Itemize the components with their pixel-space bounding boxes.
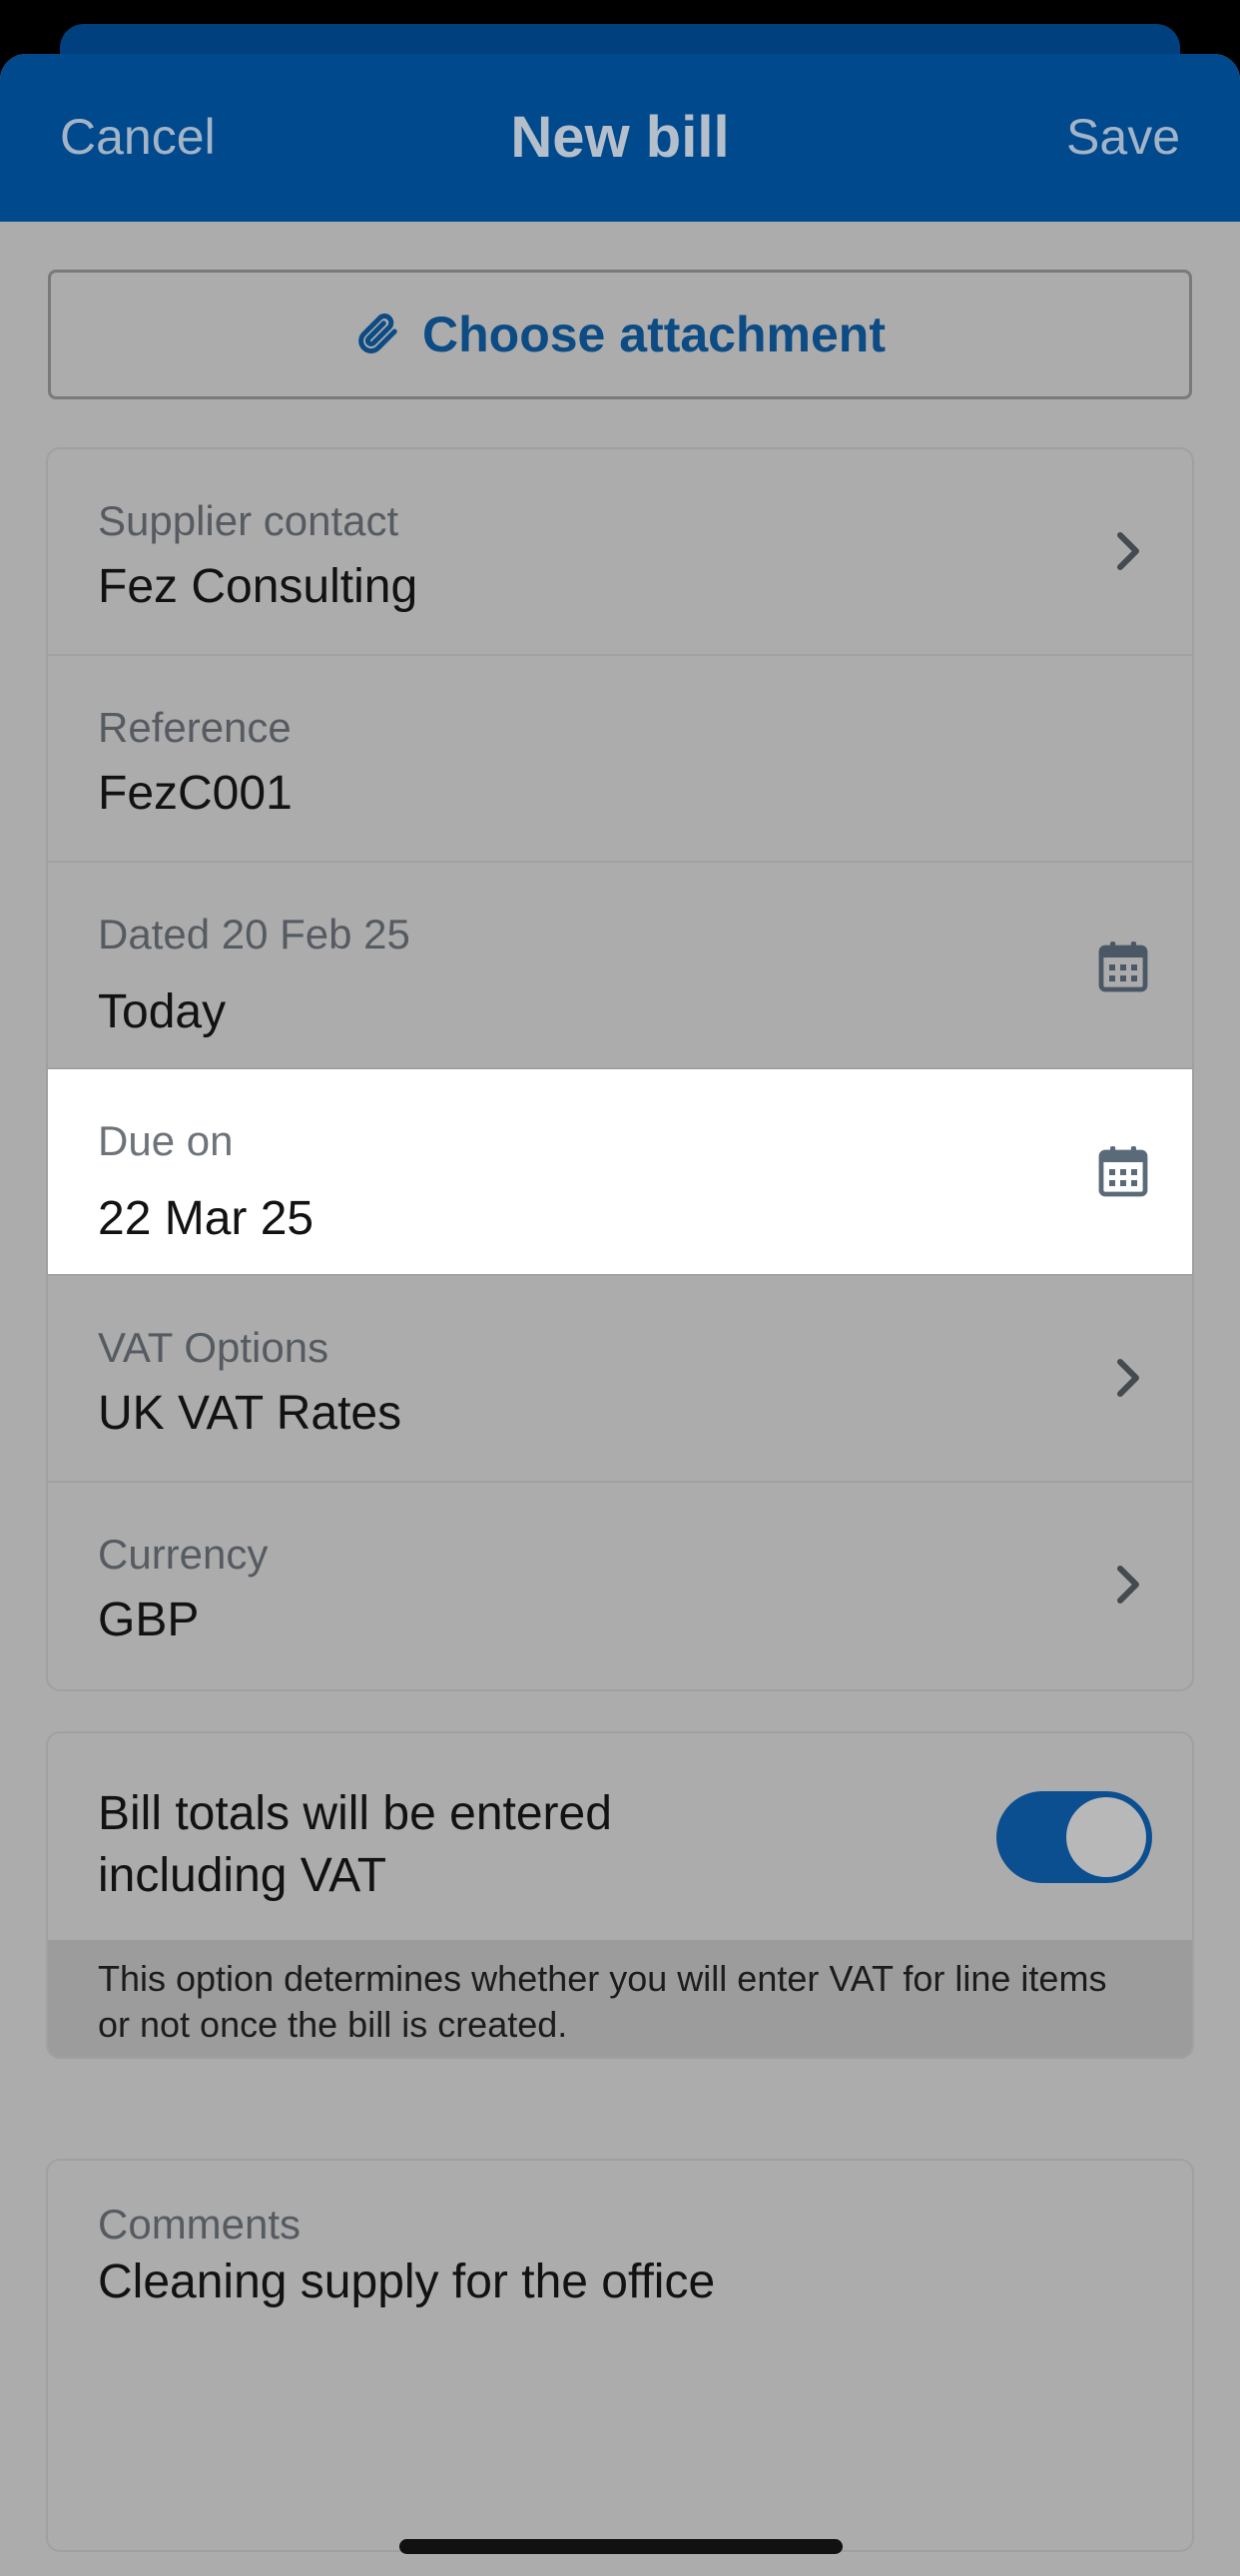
vat-note: This option determines whether you will … xyxy=(48,1940,1192,2057)
dated-label: Dated 20 Feb 25 xyxy=(98,911,410,958)
screen: Cancel New bill Save Choose attachment S… xyxy=(0,0,1240,2576)
bill-details-card: Supplier contact Fez Consulting Referenc… xyxy=(46,447,1194,1691)
vat-options-row[interactable]: VAT Options UK VAT Rates xyxy=(48,1276,1192,1483)
chevron-right-icon xyxy=(1116,1565,1142,1610)
chevron-right-icon xyxy=(1116,531,1142,576)
comments-field[interactable]: Comments Cleaning supply for the office xyxy=(46,2159,1194,2552)
currency-value: GBP xyxy=(98,1594,200,1646)
page-title: New bill xyxy=(510,105,730,170)
dated-row[interactable]: Dated 20 Feb 25 Today xyxy=(48,863,1192,1069)
supplier-contact-value: Fez Consulting xyxy=(98,560,418,613)
toggle-knob xyxy=(1066,1797,1146,1877)
reference-row[interactable]: Reference FezC001 xyxy=(48,656,1192,863)
vat-inclusive-label: Bill totals will be entered including VA… xyxy=(98,1787,612,1902)
vat-options-label: VAT Options xyxy=(98,1324,329,1371)
chevron-right-icon xyxy=(1116,1358,1142,1403)
vat-inclusive-card: Bill totals will be entered including VA… xyxy=(46,1731,1194,2059)
new-bill-sheet: Cancel New bill Save Choose attachment S… xyxy=(0,54,1240,2576)
comments-label: Comments xyxy=(98,2201,302,2248)
due-on-row[interactable]: Due on 22 Mar 25 xyxy=(48,1069,1192,1276)
calendar-icon[interactable] xyxy=(1098,1145,1148,1202)
currency-row[interactable]: Currency GBP xyxy=(48,1483,1192,1689)
reference-label: Reference xyxy=(98,704,292,751)
dated-value: Today xyxy=(98,985,227,1038)
choose-attachment-label: Choose attachment xyxy=(422,307,886,362)
supplier-contact-label: Supplier contact xyxy=(98,497,399,544)
vat-options-value: UK VAT Rates xyxy=(98,1387,402,1440)
reference-value: FezC001 xyxy=(98,767,293,820)
choose-attachment-button[interactable]: Choose attachment xyxy=(48,270,1192,399)
vat-inclusive-toggle[interactable] xyxy=(996,1791,1152,1883)
calendar-icon[interactable] xyxy=(1098,941,1148,997)
save-button[interactable]: Save xyxy=(1066,108,1180,166)
supplier-contact-row[interactable]: Supplier contact Fez Consulting xyxy=(48,449,1192,656)
nav-bar: Cancel New bill Save xyxy=(0,54,1240,222)
paperclip-icon xyxy=(354,310,400,360)
currency-label: Currency xyxy=(98,1531,269,1578)
comments-value[interactable]: Cleaning supply for the office xyxy=(98,2254,715,2309)
home-indicator[interactable] xyxy=(399,2539,843,2554)
due-on-value: 22 Mar 25 xyxy=(98,1192,314,1245)
due-on-label: Due on xyxy=(98,1117,234,1164)
